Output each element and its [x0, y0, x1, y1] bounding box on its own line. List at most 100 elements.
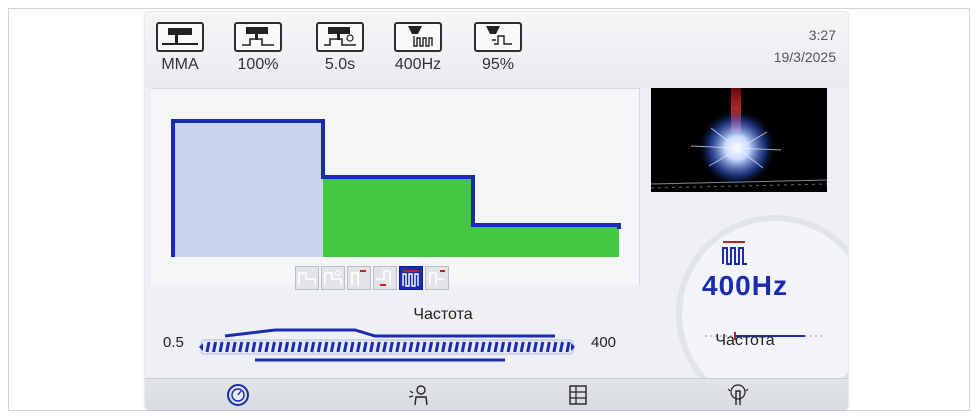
slider-tick — [401, 341, 407, 353]
slider-tick — [238, 341, 244, 353]
slider-tick — [388, 341, 394, 353]
status-item-duty[interactable]: 95% — [463, 22, 533, 74]
slider-tick — [395, 341, 401, 353]
slider-tick — [336, 341, 342, 353]
slider-tick — [297, 341, 303, 353]
slider-tick — [251, 341, 257, 353]
slider-tick — [454, 341, 460, 353]
slider-tick — [310, 341, 316, 353]
slider-tick — [231, 341, 237, 353]
pulse-frequency-icon — [394, 22, 442, 52]
slider-min-label: 0.5 — [163, 334, 184, 351]
slider-tick — [447, 341, 453, 353]
status-arc-force-label: 100% — [237, 56, 279, 73]
slider-tick — [225, 341, 231, 353]
waveform-graph — [171, 119, 621, 257]
slider-tick — [428, 341, 434, 353]
slider-tick — [257, 341, 263, 353]
frequency-slider[interactable] — [195, 328, 579, 364]
slider-tick — [218, 341, 224, 353]
slider-tick — [212, 341, 218, 353]
slider-tick — [414, 341, 420, 353]
4t-icon[interactable] — [321, 266, 345, 290]
slider-tick — [519, 341, 525, 353]
slider-tick — [356, 341, 362, 353]
slider-tick — [493, 341, 499, 353]
clock-time: 3:27 — [808, 27, 836, 43]
stick-electrode-icon — [156, 22, 204, 52]
slider-tick — [323, 341, 329, 353]
waveform-peak-area — [173, 121, 323, 257]
slider-tick — [303, 341, 309, 353]
slider-tick — [500, 341, 506, 353]
slider-tick — [362, 341, 368, 353]
slider-tick — [532, 341, 538, 353]
welder-screen: MMA 100% 5.0s 400Hz 95% 3:27 19/3/2025 Ч… — [145, 12, 848, 410]
slider-tick — [467, 341, 473, 353]
slider-tick — [264, 341, 270, 353]
spot-icon[interactable] — [425, 266, 449, 290]
waveform-low-area — [473, 225, 619, 257]
slider-tick — [270, 341, 276, 353]
slider-tick — [545, 341, 551, 353]
slider-tick — [506, 341, 512, 353]
torch-postflow-icon — [316, 22, 364, 52]
status-item-frequency[interactable]: 400Hz — [383, 22, 453, 74]
slider-tick — [408, 341, 414, 353]
pulse-icon[interactable] — [399, 266, 423, 290]
preflow-icon[interactable] — [347, 266, 371, 290]
slider-tick — [526, 341, 532, 353]
slider-tick — [382, 341, 388, 353]
slider-tick — [349, 341, 355, 353]
welding-preview-image — [651, 88, 827, 192]
slider-tick — [434, 341, 440, 353]
slider-tick — [421, 341, 427, 353]
slider-tick — [277, 341, 283, 353]
slider-title: Частота — [413, 306, 473, 323]
dial-icon[interactable] — [225, 383, 251, 407]
downslope-icon[interactable] — [373, 266, 397, 290]
waveform-mid-area — [323, 177, 473, 257]
2t-icon[interactable] — [295, 266, 319, 290]
slider-tick — [552, 341, 558, 353]
status-bar: MMA 100% 5.0s 400Hz 95% 3:27 19/3/2025 — [145, 12, 848, 88]
slider-tick — [316, 341, 322, 353]
bottom-nav — [145, 378, 848, 410]
slider-tick — [539, 341, 545, 353]
slider-tick — [513, 341, 519, 353]
slider-tick — [486, 341, 492, 353]
slider-tick — [558, 341, 564, 353]
slider-max-label: 400 — [591, 334, 617, 351]
parameter-label: Частота — [715, 332, 775, 349]
status-item-process[interactable]: MMA — [145, 22, 215, 74]
slider-tick — [375, 341, 381, 353]
slider-tick — [329, 341, 335, 353]
slider-tick — [284, 341, 290, 353]
clock-date: 19/3/2025 — [773, 49, 836, 65]
pulse-duty-icon — [474, 22, 522, 52]
clock: 3:27 19/3/2025 — [774, 24, 836, 68]
slider-tick — [460, 341, 466, 353]
touch-icon[interactable] — [725, 383, 751, 407]
status-frequency-label: 400Hz — [394, 56, 442, 73]
slider-tick — [290, 341, 296, 353]
status-process-label: MMA — [161, 56, 199, 73]
menu-icon[interactable] — [565, 383, 591, 407]
slider-tick — [480, 341, 486, 353]
parameter-value: 400Hz — [702, 270, 788, 301]
parameter-dial[interactable] — [665, 204, 848, 404]
slider-tick — [205, 341, 211, 353]
slider-tick — [244, 341, 250, 353]
slider-tick — [565, 341, 571, 353]
slider-tick — [441, 341, 447, 353]
slider-tick — [369, 341, 375, 353]
slider-tick — [342, 341, 348, 353]
torch-arc-force-icon — [234, 22, 282, 52]
status-duty-label: 95% — [481, 56, 515, 73]
slider-tick — [473, 341, 479, 353]
status-item-arc-force[interactable]: 100% — [223, 22, 293, 74]
waveform-panel — [151, 88, 640, 285]
welder-icon[interactable] — [407, 383, 433, 407]
status-item-postflow[interactable]: 5.0s — [305, 22, 375, 74]
status-postflow-label: 5.0s — [324, 56, 356, 73]
